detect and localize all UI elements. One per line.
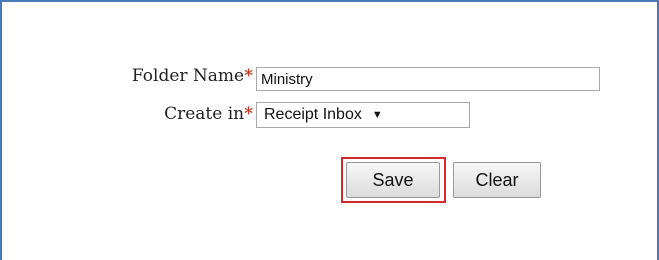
clear-button[interactable]: Clear [453, 162, 541, 198]
chevron-down-icon: ▼ [371, 109, 383, 121]
create-in-label: Create in* [164, 104, 253, 124]
folder-name-label: Folder Name* [132, 66, 253, 86]
folder-name-input[interactable] [256, 67, 600, 91]
required-marker: * [244, 66, 253, 86]
form-panel [0, 0, 659, 260]
save-button-highlight: Save [341, 157, 446, 203]
create-in-label-text: Create in [164, 104, 245, 124]
create-in-select[interactable]: Receipt Inbox ▼ [256, 102, 470, 128]
create-in-selected-value: Receipt Inbox [264, 106, 362, 123]
required-marker: * [244, 104, 253, 124]
save-button[interactable]: Save [346, 162, 440, 198]
folder-name-label-text: Folder Name [131, 66, 245, 86]
